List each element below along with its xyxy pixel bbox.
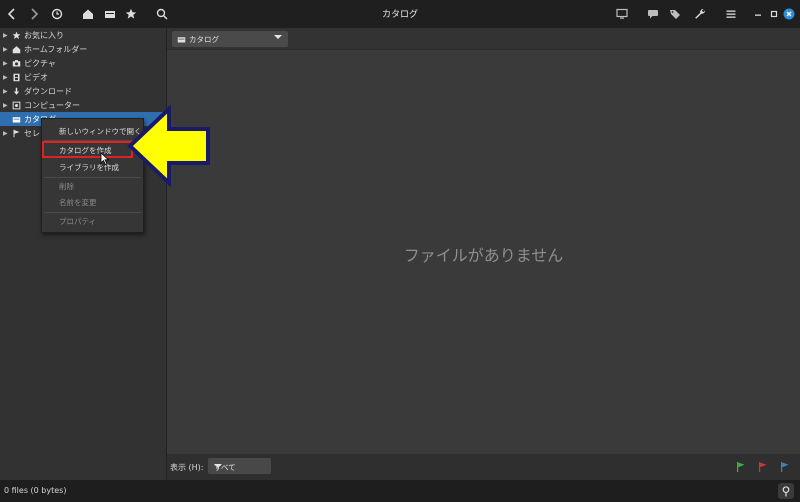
camera-icon (12, 59, 22, 68)
mouse-cursor-icon (100, 152, 110, 165)
expand-triangle-icon[interactable]: ▶ (3, 74, 11, 81)
fullscreen-button[interactable] (615, 7, 629, 21)
sidebar-item-videos[interactable]: ▶ ビデオ (0, 70, 166, 84)
flag-icon (12, 129, 22, 138)
menu-item-label: 名前を変更 (59, 197, 97, 207)
annotation-arrow-icon (127, 105, 210, 187)
menu-item-properties[interactable]: プロパティ (42, 213, 143, 229)
status-bar: 0 files (0 bytes) (0, 480, 800, 502)
expand-triangle-icon[interactable]: ▶ (3, 130, 11, 137)
menu-item-label: ライブラリを作成 (59, 162, 119, 172)
computer-icon (12, 101, 22, 110)
wrench-icon (695, 8, 706, 19)
sidebar-item-favorites[interactable]: ▶ お気に入り (0, 28, 166, 42)
maximize-icon (770, 10, 778, 18)
map-pin-button[interactable] (778, 483, 794, 499)
filter-bar: 表示 (H): すべて (167, 454, 800, 480)
sidebar-item-label: ピクチャ (24, 58, 56, 68)
sidebar-item-downloads[interactable]: ▶ ダウンロード (0, 84, 166, 98)
expand-triangle-icon[interactable]: ▶ (3, 60, 11, 67)
main-content: カタログ ファイルがありません 表示 (H): すべて (167, 28, 800, 480)
tools-button[interactable] (693, 7, 707, 21)
minimize-icon (755, 14, 761, 16)
flag-blue-icon[interactable] (780, 461, 790, 473)
hamburger-menu-icon (726, 10, 736, 18)
show-filter-dropdown[interactable]: すべて (208, 458, 271, 474)
location-label: カタログ (189, 34, 219, 44)
home-icon (12, 45, 22, 54)
menu-item-label: 削除 (59, 181, 74, 191)
close-button[interactable] (782, 7, 796, 21)
menu-item-rename[interactable]: 名前を変更 (42, 194, 143, 210)
tag-icon (670, 10, 680, 19)
status-text: 0 files (0 bytes) (4, 486, 67, 495)
location-bar: カタログ (167, 28, 800, 50)
sidebar-item-pictures[interactable]: ▶ ピクチャ (0, 56, 166, 70)
menu-button[interactable] (724, 7, 738, 21)
empty-message: ファイルがありません (403, 246, 564, 265)
expand-triangle-icon[interactable]: ▶ (3, 102, 11, 109)
monitor-icon (616, 8, 628, 19)
catalog-icon (177, 35, 186, 44)
film-icon (12, 73, 22, 82)
sidebar-item-label: ダウンロード (24, 86, 72, 96)
sidebar-item-label: ホームフォルダー (24, 44, 88, 54)
sidebar-item-label: コンピューター (24, 100, 80, 110)
chevron-down-icon (214, 464, 222, 468)
chevron-down-icon (274, 35, 282, 39)
location-dropdown[interactable]: カタログ (172, 31, 288, 47)
show-filter-label: 表示 (H): (170, 463, 204, 472)
menu-item-label: プロパティ (59, 216, 97, 226)
expand-triangle-icon[interactable]: ▶ (3, 46, 11, 53)
flag-green-icon[interactable] (736, 461, 746, 473)
comments-button[interactable] (646, 7, 660, 21)
expand-triangle-icon[interactable]: ▶ (3, 32, 11, 39)
sidebar-item-home-folder[interactable]: ▶ ホームフォルダー (0, 42, 166, 56)
expand-triangle-icon[interactable]: ▶ (3, 88, 11, 95)
close-icon (783, 8, 795, 20)
flag-red-icon[interactable] (758, 461, 768, 473)
catalog-icon (12, 115, 22, 124)
star-icon (12, 31, 22, 40)
download-icon (12, 87, 22, 96)
minimize-button[interactable] (751, 7, 765, 21)
sidebar: ▶ お気に入り ▶ ホームフォルダー ▶ ピクチャ ▶ ビデオ ▶ ダウンロード… (0, 28, 167, 480)
sidebar-item-label: ビデオ (24, 72, 48, 82)
highlight-box (42, 141, 133, 158)
map-pin-icon (782, 485, 790, 497)
comment-icon (648, 10, 658, 19)
maximize-button[interactable] (767, 7, 781, 21)
sidebar-item-label: お気に入り (24, 30, 64, 40)
header-bar: カタログ (0, 0, 800, 28)
tags-button[interactable] (668, 7, 682, 21)
